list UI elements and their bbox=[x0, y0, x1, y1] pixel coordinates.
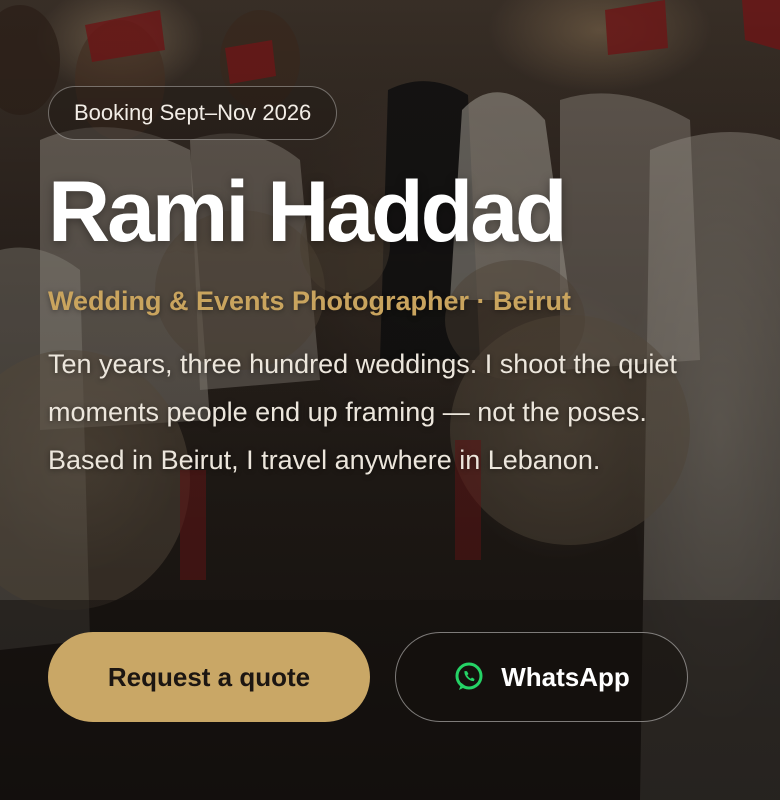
whatsapp-icon bbox=[455, 662, 483, 690]
whatsapp-label: WhatsApp bbox=[501, 661, 630, 692]
request-quote-label: Request a quote bbox=[107, 661, 311, 692]
tagline: Wedding & Events Photographer · Beirut bbox=[48, 286, 572, 316]
booking-badge: Booking Sept–Nov 2026 bbox=[48, 86, 338, 140]
hero-actions: Request a quote WhatsApp bbox=[48, 632, 688, 722]
page-title: Rami Haddad bbox=[48, 164, 568, 260]
hero-section: Booking Sept–Nov 2026 Rami Haddad Weddin… bbox=[0, 0, 780, 800]
hero-description: Ten years, three hundred weddings. I sho… bbox=[48, 349, 677, 475]
hero-content: Booking Sept–Nov 2026 Rami Haddad Weddin… bbox=[48, 86, 748, 511]
whatsapp-button[interactable]: WhatsApp bbox=[395, 632, 688, 722]
request-quote-button[interactable]: Request a quote bbox=[48, 632, 370, 722]
